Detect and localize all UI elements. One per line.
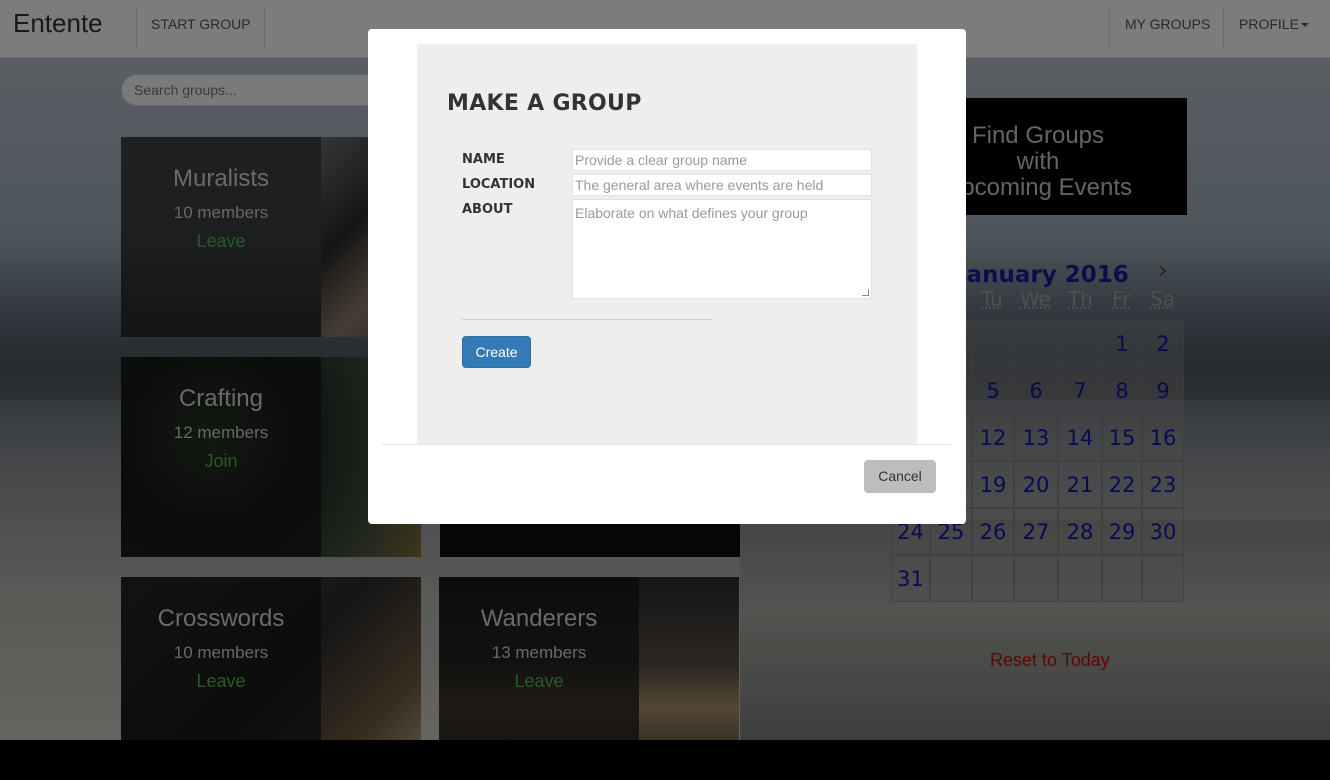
name-label: NAME bbox=[462, 152, 505, 167]
about-placeholder: Elaborate on what defines your group bbox=[575, 205, 808, 221]
form-divider bbox=[462, 319, 712, 320]
create-button[interactable]: Create bbox=[462, 336, 531, 368]
page-background: Entente START GROUP MY GROUPS PROFILE Se… bbox=[0, 0, 1330, 740]
about-textarea[interactable]: Elaborate on what defines your group bbox=[572, 199, 872, 299]
cancel-button[interactable]: Cancel bbox=[864, 460, 936, 493]
modal-form-panel: MAKE A GROUP NAME Provide a clear group … bbox=[417, 44, 917, 444]
about-label: ABOUT bbox=[462, 202, 513, 217]
location-field[interactable]: The general area where events are held bbox=[572, 174, 872, 196]
modal-footer-divider bbox=[382, 444, 951, 445]
location-label: LOCATION bbox=[462, 177, 536, 192]
make-group-modal: MAKE A GROUP NAME Provide a clear group … bbox=[368, 29, 966, 524]
name-field[interactable]: Provide a clear group name bbox=[572, 149, 872, 171]
resize-handle-icon[interactable] bbox=[862, 289, 869, 296]
bottom-bar bbox=[0, 740, 1330, 780]
modal-title: MAKE A GROUP bbox=[447, 91, 642, 116]
